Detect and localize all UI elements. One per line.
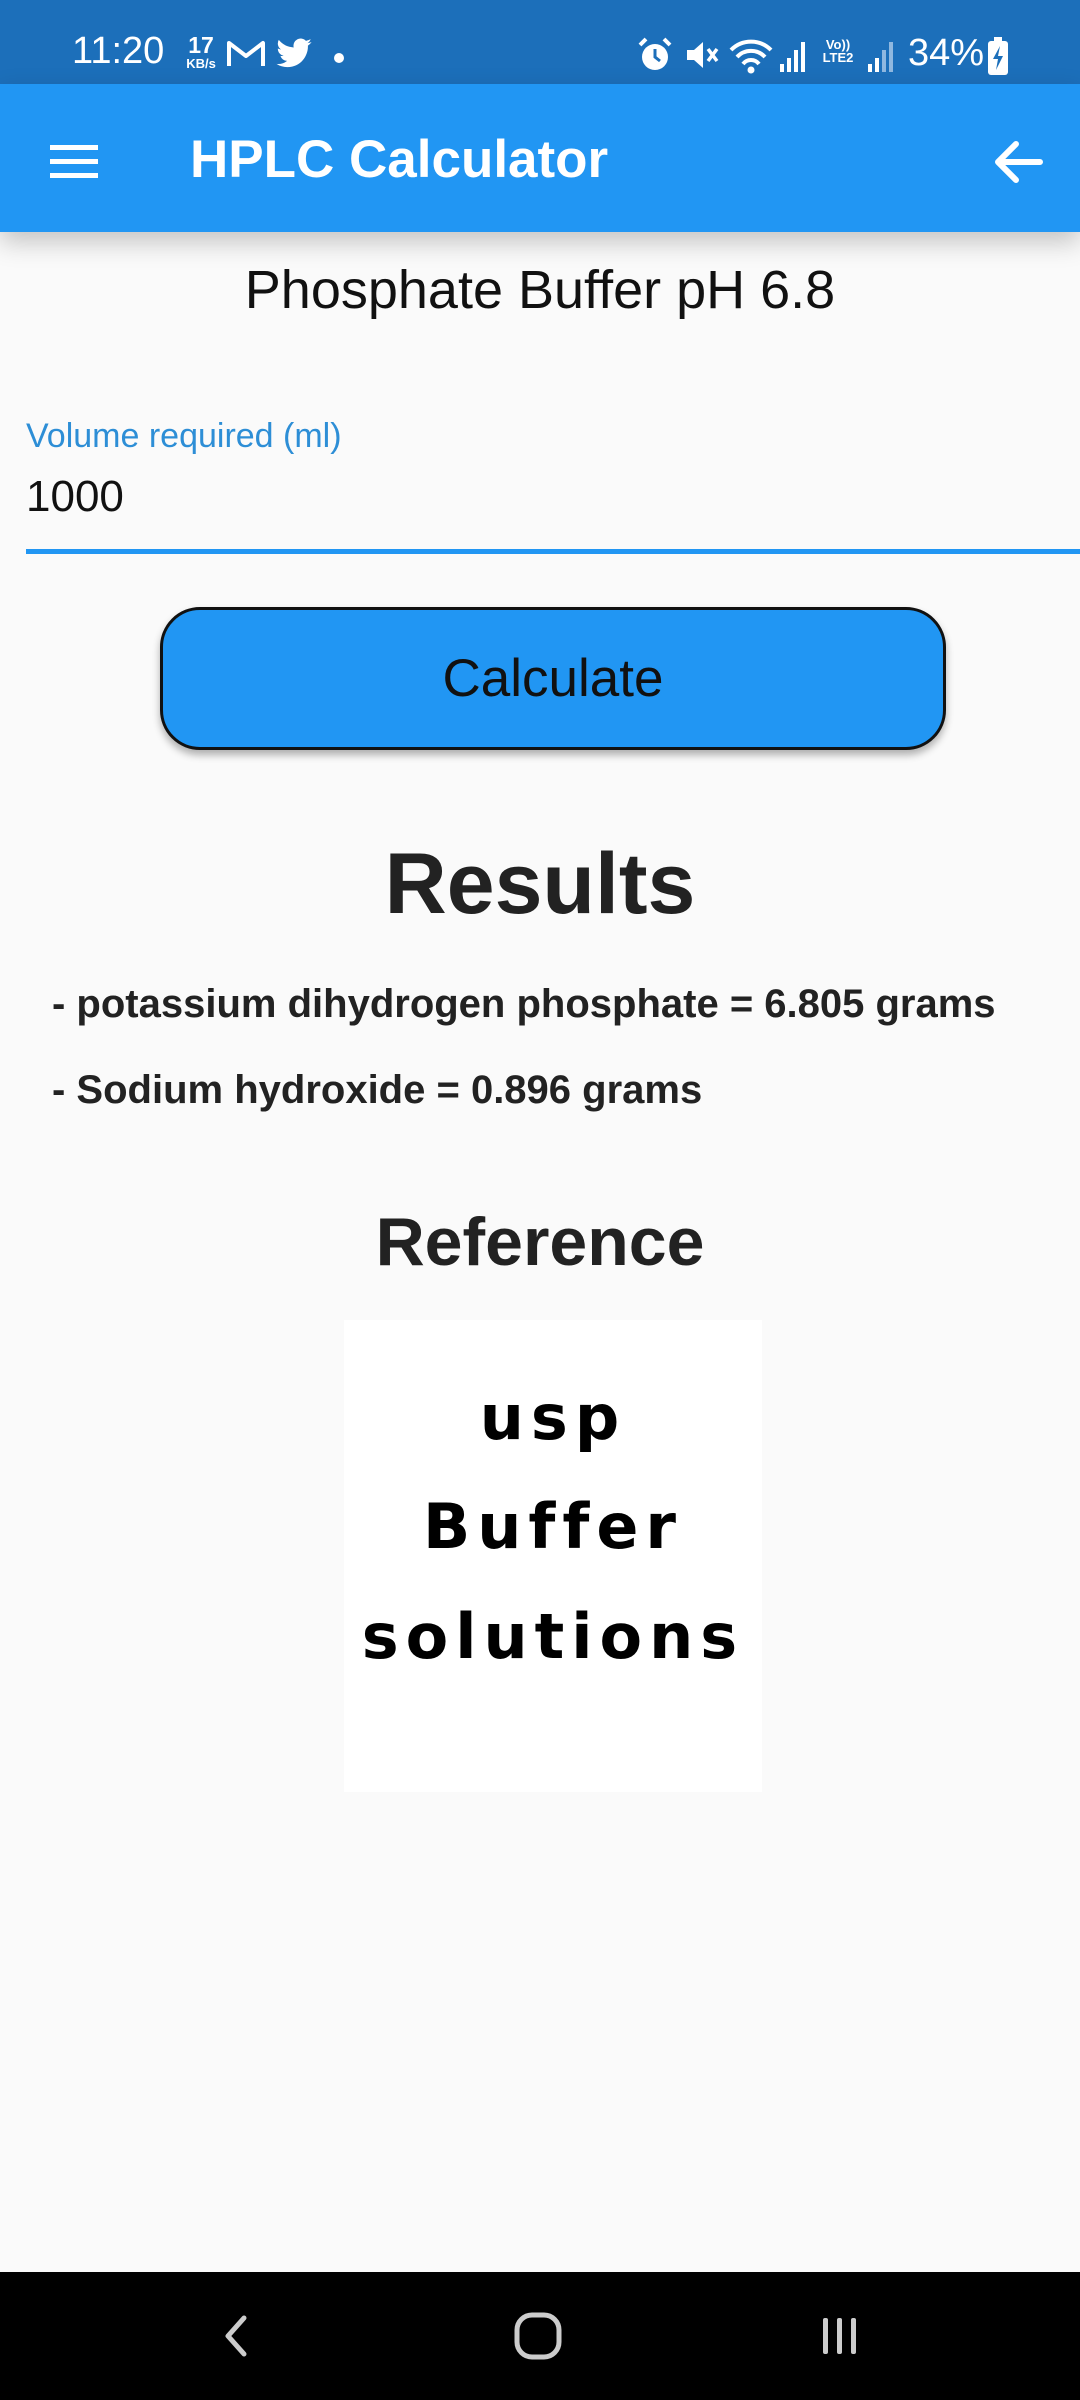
lte-indicator: Vo)) LTE2 [816,38,860,64]
reference-image[interactable]: usp Buffer solutions [344,1320,762,1792]
reference-image-text: Buffer [423,1490,683,1563]
status-time: 11:20 [72,30,165,72]
volume-input[interactable] [26,462,1080,554]
results-heading: Results [384,836,696,932]
network-speed: 17 KB/s [180,32,222,71]
volume-field-label: Volume required (ml) [26,417,342,455]
app-bar: HPLC Calculator [0,84,1080,232]
gmail-icon [227,41,265,66]
reference-image-text: usp [479,1381,627,1454]
nav-back-icon [225,2315,247,2357]
mute-icon [687,42,719,68]
calculate-button[interactable]: Calculate [160,607,946,750]
nav-home-button[interactable] [478,2290,598,2382]
home-icon [514,2312,562,2360]
recents-icon [823,2318,856,2354]
battery-charging-icon [988,37,1008,75]
twitter-icon [276,38,312,68]
navigation-bar [0,2272,1080,2400]
reference-image-text: solutions [361,1600,745,1673]
battery-percent: 34% [908,32,985,74]
result-line: - Sodium hydroxide = 0.896 grams [52,1068,703,1112]
reference-heading: Reference [375,1204,705,1280]
nav-back-button[interactable] [176,2290,296,2382]
arrow-back-icon [995,141,1043,183]
signal-icon [868,42,893,72]
nav-recents-button[interactable] [780,2290,900,2382]
lte-bottom-label: LTE2 [822,50,854,65]
menu-icon [50,145,98,178]
app-title: HPLC Calculator [190,130,609,189]
page-title: Phosphate Buffer pH 6.8 [244,260,836,320]
status-bar: 11:20 17 KB/s Vo)) LTE2 34% [0,0,1080,84]
result-line: - potassium dihydrogen phosphate = 6.805… [52,982,996,1026]
alarm-icon [638,37,672,70]
network-speed-value: 17 [188,32,214,58]
network-speed-unit: KB/s [186,56,216,71]
menu-button[interactable] [30,118,118,206]
dot-icon [334,53,344,63]
wifi-icon [729,39,773,74]
back-button[interactable] [974,118,1062,206]
signal-icon [780,42,805,72]
